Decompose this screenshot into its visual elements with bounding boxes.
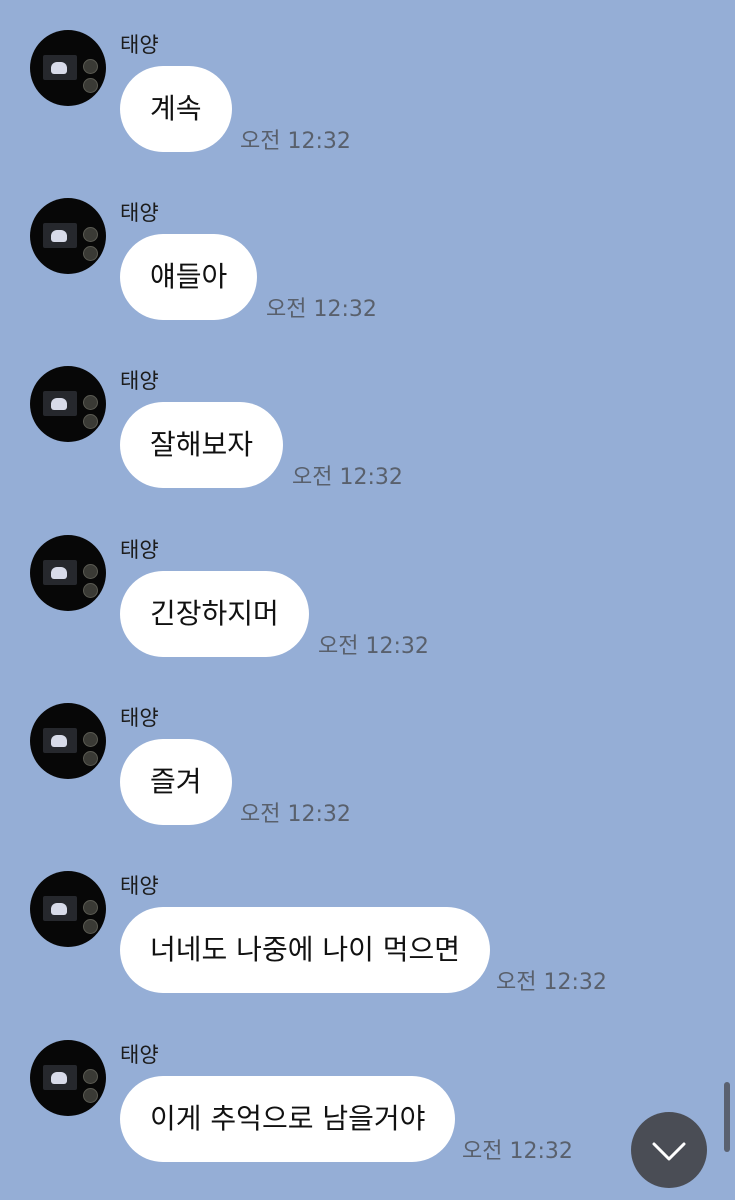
message-time: 오전 12:32 — [240, 129, 351, 154]
avatar-knob-top — [83, 564, 98, 579]
message-time: 오전 12:32 — [292, 465, 403, 490]
message-bubble[interactable]: 이게 추억으로 남을거야 — [120, 1076, 456, 1162]
avatar-tv-screen — [43, 728, 77, 753]
message-row: 태양 너네도 나중에 나이 먹으면 오전 12:32 — [0, 871, 735, 1031]
avatar[interactable] — [30, 366, 106, 442]
avatar-knob-bottom — [83, 414, 98, 429]
message-time: 오전 12:32 — [462, 1139, 573, 1164]
scrollbar[interactable] — [724, 1082, 730, 1152]
avatar-knob-top — [83, 395, 98, 410]
chat-message-list[interactable]: 태양 계속 오전 12:32 태양 얘들아 오전 12:32 태양 잘해보자 오… — [0, 0, 735, 1200]
message-row: 태양 이게 추억으로 남을거야 오전 12:32 — [0, 1040, 735, 1200]
message-bubble[interactable]: 계속 — [120, 66, 232, 152]
avatar-tv-screen — [43, 1065, 77, 1090]
chevron-down-icon — [652, 1142, 686, 1161]
message-row: 태양 계속 오전 12:32 — [0, 30, 735, 190]
message-bubble[interactable]: 얘들아 — [120, 234, 258, 320]
avatar-knob-top — [83, 227, 98, 242]
avatar-tv-screen — [43, 560, 77, 585]
avatar-knob-top — [83, 59, 98, 74]
sender-name: 태양 — [120, 33, 159, 57]
message-time: 오전 12:32 — [318, 634, 429, 659]
message-row: 태양 긴장하지머 오전 12:32 — [0, 535, 735, 695]
message-bubble[interactable]: 잘해보자 — [120, 402, 284, 488]
avatar[interactable] — [30, 1040, 106, 1116]
avatar-knob-bottom — [83, 1088, 98, 1103]
avatar-knob-top — [83, 1069, 98, 1084]
avatar-knob-bottom — [83, 583, 98, 598]
scroll-to-bottom-button[interactable] — [631, 1112, 707, 1188]
message-bubble[interactable]: 너네도 나중에 나이 먹으면 — [120, 907, 491, 993]
message-time: 오전 12:32 — [240, 802, 351, 827]
sender-name: 태양 — [120, 874, 159, 898]
avatar-knob-top — [83, 900, 98, 915]
avatar[interactable] — [30, 30, 106, 106]
avatar-knob-bottom — [83, 751, 98, 766]
avatar-knob-top — [83, 732, 98, 747]
message-row: 태양 즐겨 오전 12:32 — [0, 703, 735, 863]
message-time: 오전 12:32 — [496, 970, 607, 995]
sender-name: 태양 — [120, 538, 159, 562]
sender-name: 태양 — [120, 201, 159, 225]
avatar[interactable] — [30, 535, 106, 611]
avatar[interactable] — [30, 703, 106, 779]
avatar-tv-screen — [43, 55, 77, 80]
sender-name: 태양 — [120, 706, 159, 730]
avatar[interactable] — [30, 198, 106, 274]
sender-name: 태양 — [120, 369, 159, 393]
message-row: 태양 잘해보자 오전 12:32 — [0, 366, 735, 526]
avatar-tv-screen — [43, 896, 77, 921]
message-row: 태양 얘들아 오전 12:32 — [0, 198, 735, 358]
avatar-knob-bottom — [83, 78, 98, 93]
avatar-knob-bottom — [83, 919, 98, 934]
sender-name: 태양 — [120, 1043, 159, 1067]
message-bubble[interactable]: 긴장하지머 — [120, 571, 309, 657]
message-bubble[interactable]: 즐겨 — [120, 739, 232, 825]
avatar[interactable] — [30, 871, 106, 947]
avatar-knob-bottom — [83, 246, 98, 261]
avatar-tv-screen — [43, 391, 77, 416]
message-time: 오전 12:32 — [266, 297, 377, 322]
avatar-tv-screen — [43, 223, 77, 248]
